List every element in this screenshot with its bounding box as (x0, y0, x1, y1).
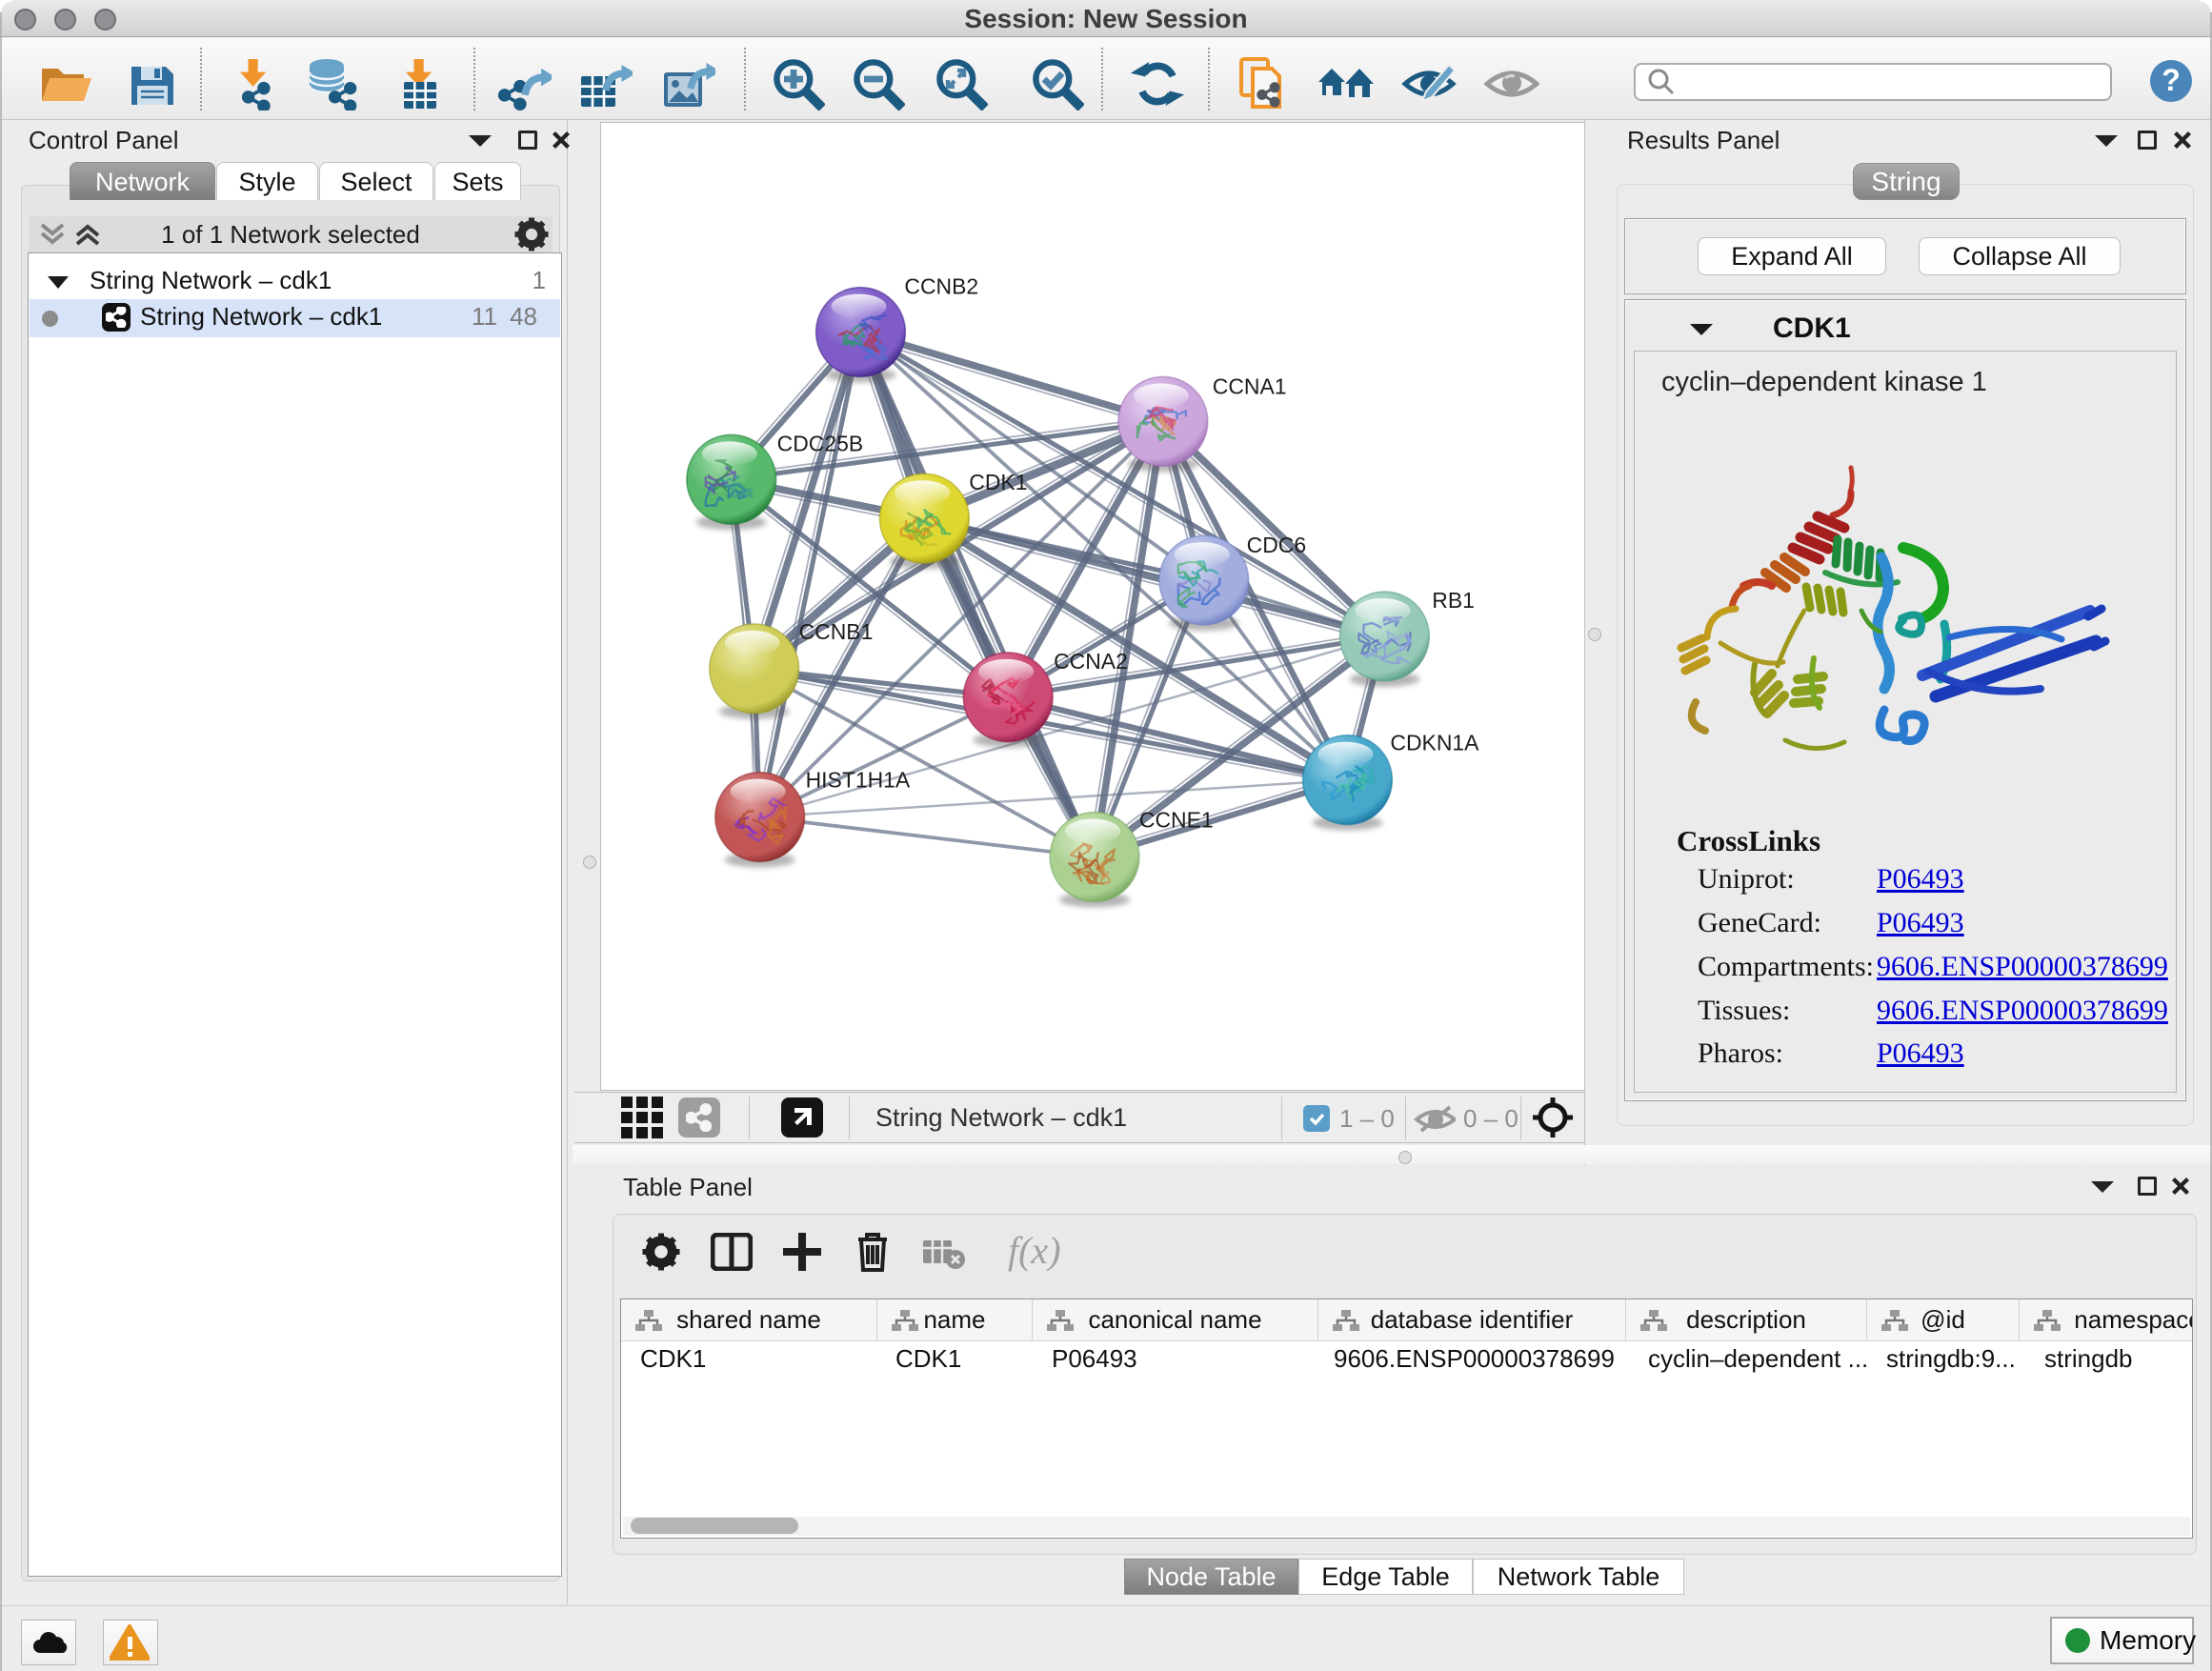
svg-text:CCNA2: CCNA2 (1054, 649, 1128, 674)
svg-text:CCNE1: CCNE1 (1139, 808, 1214, 833)
svg-text:RB1: RB1 (1432, 588, 1475, 613)
svg-text:CDK1: CDK1 (969, 470, 1027, 494)
svg-text:CCNA1: CCNA1 (1213, 373, 1287, 398)
svg-text:?: ? (2162, 63, 2181, 97)
svg-text:CDC25B: CDC25B (777, 431, 864, 455)
svg-text:CDKN1A: CDKN1A (1390, 731, 1479, 755)
svg-text:CCNB1: CCNB1 (799, 619, 874, 644)
svg-text:CDC6: CDC6 (1247, 533, 1306, 557)
svg-text:CCNB2: CCNB2 (904, 274, 978, 299)
svg-text:HIST1H1A: HIST1H1A (806, 768, 911, 793)
